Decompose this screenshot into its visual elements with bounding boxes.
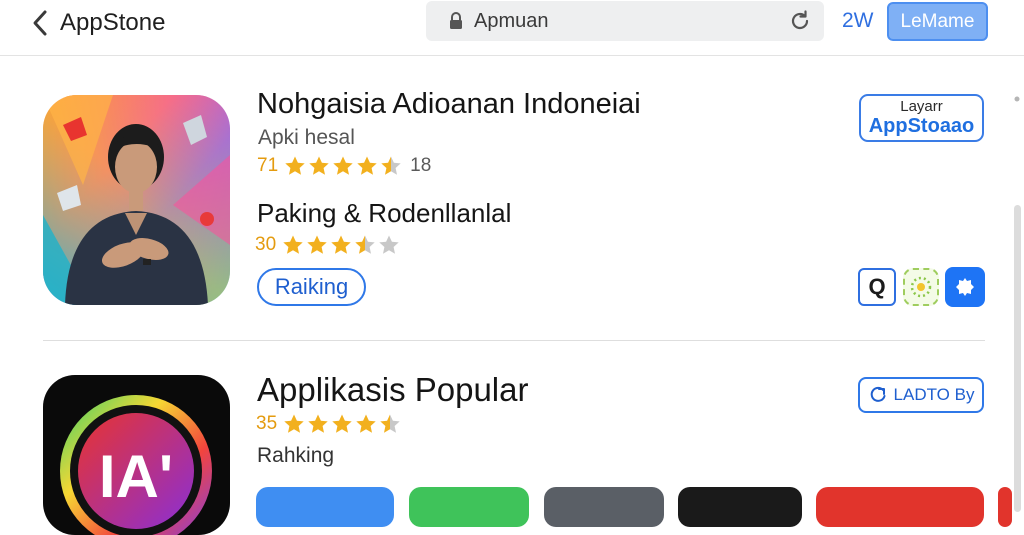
app-tile-black[interactable] (678, 487, 802, 527)
category-rating: 30 (255, 234, 400, 256)
star-icon (285, 156, 305, 175)
app-tile-gray[interactable] (544, 487, 664, 527)
app-store-badge[interactable]: Layarr AppStoaao (859, 94, 984, 142)
star-icon (380, 414, 400, 433)
rating-count: 18 (410, 155, 432, 176)
category-rating-value: 30 (255, 234, 277, 255)
app-title[interactable]: Nohgaisia Adioanan Indoneiai (257, 88, 641, 121)
refresh-arrow-icon (870, 386, 886, 402)
app-tile-red[interactable] (816, 487, 984, 527)
star-icon (307, 235, 327, 254)
app-icon-ia[interactable]: IA' (43, 375, 230, 535)
badge-caption: Layarr (900, 98, 943, 115)
back-label: AppStone (60, 9, 166, 36)
app-tile-green[interactable] (409, 487, 529, 527)
settings-tile-button[interactable] (945, 267, 985, 307)
star-icon (333, 156, 353, 175)
star-icon (309, 156, 329, 175)
star-icon (308, 414, 328, 433)
rating-stars (284, 155, 402, 177)
star-icon (283, 235, 303, 254)
back-button[interactable]: AppStone (30, 6, 165, 40)
app-icon-ring: IA' (60, 395, 212, 535)
app-icon-text: IA' (99, 443, 173, 510)
app-icon-person[interactable] (43, 95, 230, 305)
section-rating-stars (283, 413, 401, 435)
address-text: Apmuan (474, 10, 549, 32)
address-bar[interactable]: Apmuan (426, 1, 824, 41)
section-rating-value: 35 (256, 413, 278, 434)
star-icon (331, 235, 351, 254)
top-bar: AppStone Apmuan 2W LeMame (0, 0, 1024, 56)
dotted-circle-icon (910, 276, 932, 298)
badge-title: AppStoaao (868, 115, 975, 137)
star-icon (355, 235, 375, 254)
category-rating-stars (282, 234, 400, 256)
category-title[interactable]: Paking & Rodenllanlal (257, 198, 511, 229)
section-divider (43, 340, 985, 341)
tab-count-button[interactable]: 2W (842, 9, 874, 33)
section-title[interactable]: Applikasis Popular (257, 371, 528, 409)
star-icon (356, 414, 376, 433)
star-icon (381, 156, 401, 175)
search-tile-button[interactable]: Q (858, 268, 896, 306)
update-button[interactable]: LADTO By (858, 377, 984, 413)
star-icon (284, 414, 304, 433)
lock-icon (450, 12, 462, 29)
star-icon (332, 414, 352, 433)
star-icon (357, 156, 377, 175)
app-tile-blue[interactable] (256, 487, 394, 527)
app-subtitle: Apki hesal (258, 126, 355, 149)
section-rating: 35 (256, 413, 401, 435)
scrollbar-thumb[interactable] (1014, 205, 1021, 512)
app-tile-partial[interactable] (998, 487, 1012, 527)
update-button-label: LADTO By (893, 385, 975, 404)
section-subtitle: Rahking (257, 444, 335, 467)
app-icon-illustration (43, 95, 230, 305)
reload-icon[interactable] (788, 9, 812, 33)
login-button[interactable]: LeMame (887, 2, 988, 41)
star-icon (379, 235, 399, 254)
chevron-left-icon (33, 10, 47, 36)
ranking-button[interactable]: Raiking (257, 268, 366, 306)
rating-value: 71 (257, 155, 279, 176)
gear-icon (956, 278, 974, 296)
app-rating: 71 18 (257, 155, 431, 177)
scroll-up-arrow-icon[interactable] (1013, 95, 1021, 103)
dotted-circle-button[interactable] (903, 268, 939, 306)
